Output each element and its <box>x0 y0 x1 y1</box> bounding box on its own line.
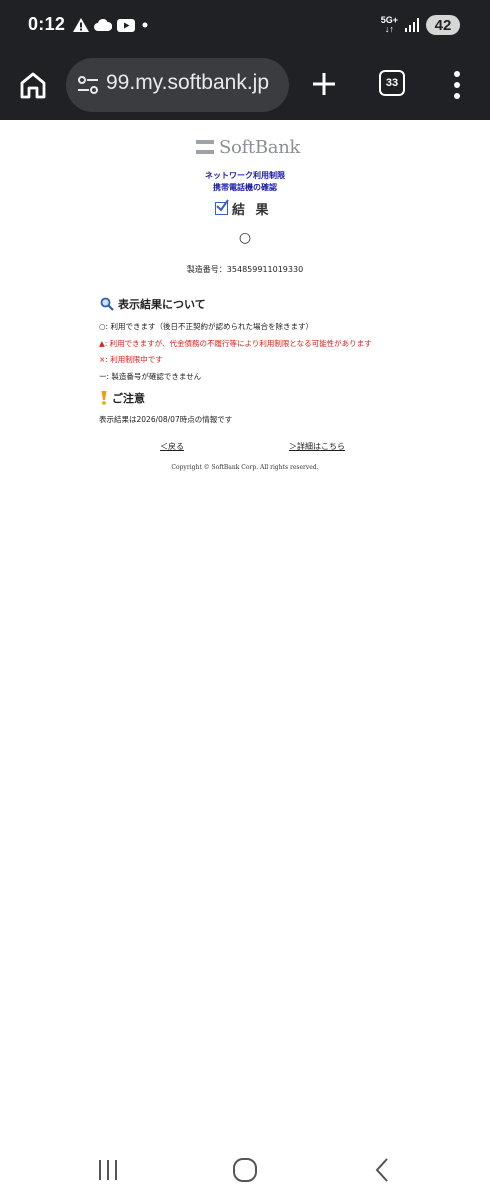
battery-indicator: 42 <box>426 15 460 35</box>
legend-item-ok: ○: 利用できます（後日不正契約が認められた場合を除きます） <box>99 322 313 331</box>
logo-mark-icon <box>196 140 214 154</box>
youtube-icon <box>117 18 135 32</box>
cloud-icon <box>94 19 112 31</box>
menu-icon[interactable] <box>450 70 464 100</box>
notice-title: ご注意 <box>112 392 145 405</box>
result-status-mark: ○ <box>238 230 252 246</box>
result-heading: 結 果 <box>215 199 272 218</box>
magnifier-icon <box>100 297 114 311</box>
legend-item-unknown: ー: 製造番号が確認できません <box>99 372 202 381</box>
about-results-title: 表示結果について <box>118 298 206 311</box>
system-nav-bar <box>0 1140 490 1200</box>
notice-text: 表示結果は2026/08/07時点の情報です <box>99 415 233 424</box>
site-settings-icon[interactable] <box>77 75 99 95</box>
plus-icon[interactable] <box>310 70 338 98</box>
recent-apps-icon[interactable] <box>93 1155 123 1185</box>
dot-icon <box>142 22 148 28</box>
legend-item-restricted: ×: 利用制限中です <box>99 355 163 364</box>
details-link[interactable]: ＞詳細はこちら <box>289 441 345 452</box>
notification-icons <box>73 15 150 35</box>
softbank-logo: SoftBank <box>196 135 300 159</box>
legend-item-warning: ▲: 利用できますが、代金債務の不履行等により利用制限となる可能性があります <box>99 339 372 348</box>
signal-icon <box>405 18 419 32</box>
tabs-button[interactable]: 33 <box>379 70 405 96</box>
browser-toolbar: 99.my.softbank.jp 33 <box>0 52 490 120</box>
url-text[interactable]: 99.my.softbank.jp <box>106 71 269 95</box>
about-results-heading: 表示結果について <box>100 296 206 312</box>
serial-number: 製造番号：354859911019330 <box>186 265 304 274</box>
exclamation-icon <box>101 391 107 405</box>
back-icon[interactable] <box>368 1155 398 1185</box>
clock: 0:12 <box>28 14 66 34</box>
home-icon[interactable] <box>18 70 48 100</box>
network-type: 5G+ ↓↑ <box>380 15 398 34</box>
home-nav-icon[interactable] <box>230 1155 260 1185</box>
system-status: 5G+ ↓↑ 42 <box>381 14 460 36</box>
notice-heading: ご注意 <box>100 390 145 406</box>
checkbox-icon <box>215 199 229 215</box>
address-bar[interactable]: 99.my.softbank.jp <box>66 58 289 112</box>
copyright: Copyright © SoftBank Corp. All rights re… <box>171 464 319 471</box>
back-link[interactable]: ＜戻る <box>160 441 184 452</box>
subtitle-line-1: ネットワーク利用制限 <box>205 171 285 180</box>
status-bar: 0:12 5G+ ↓↑ 42 <box>0 0 490 52</box>
warning-icon <box>73 18 89 32</box>
brand-name: SoftBank <box>219 136 301 158</box>
subtitle-line-2: 携帯電話機の確認 <box>213 183 277 192</box>
result-title: 結 果 <box>232 203 272 218</box>
